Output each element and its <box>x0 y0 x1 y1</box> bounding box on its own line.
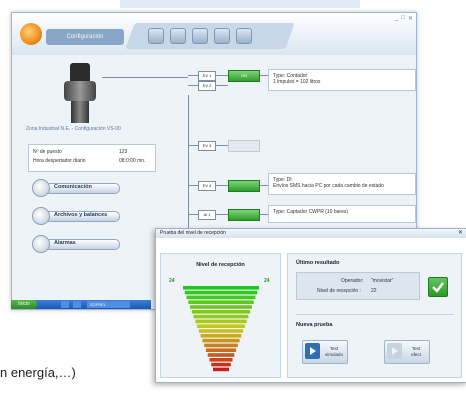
dialog-title: Prueba del nivel de recepción <box>156 229 466 238</box>
result-panel: Último resultado Operador: "movistar" Ni… <box>287 253 462 378</box>
nav-label: Archivos y balances <box>54 212 108 218</box>
nav-communication[interactable]: Comunicación <box>32 179 120 197</box>
start-button[interactable]: Inicio <box>11 300 37 309</box>
channel-tag[interactable]: EV 4 <box>198 181 216 191</box>
signal-bar <box>207 353 235 357</box>
taskbar-app-icon[interactable] <box>73 301 81 308</box>
level-mark-left: 24 <box>169 278 175 284</box>
info-label: Nº de puesto <box>33 149 62 155</box>
minimize-icon[interactable]: _ <box>395 15 398 22</box>
toolbar-device-icon[interactable] <box>148 28 164 44</box>
toolbar-settings-icon[interactable] <box>192 28 208 44</box>
reception-test-dialog: Prueba del nivel de recepción ✕ Nivel de… <box>155 228 466 383</box>
channel-description: Type: Contador 1 impulso = 102 litros <box>268 69 416 91</box>
signal-bar <box>195 319 247 324</box>
info-value: 08:0:00 mn. <box>119 158 146 164</box>
device-link-line <box>102 77 188 78</box>
operator-label: Operador: <box>341 278 364 284</box>
simulated-test-button[interactable]: Test simulado <box>302 340 348 364</box>
app-header: Configuración <box>12 13 416 55</box>
channel-description: Type: Captador CWPR (10 bares) <box>268 205 416 223</box>
background-text: n energía,…) <box>0 365 76 380</box>
signal-bar <box>184 290 258 295</box>
channel-button-disabled <box>228 140 260 152</box>
signal-bar <box>204 343 238 348</box>
nav-files-balances[interactable]: Archivos y balances <box>32 207 120 225</box>
signal-bar <box>191 310 251 314</box>
signal-bar <box>205 348 237 352</box>
signal-bar <box>209 358 233 362</box>
result-header: Último resultado <box>296 260 340 266</box>
close-icon[interactable]: ✕ <box>458 229 463 238</box>
channel-button[interactable]: ON <box>228 70 260 82</box>
level-mark-right: 24 <box>264 278 270 284</box>
backdrop-band <box>120 0 360 8</box>
signal-bar <box>188 300 254 304</box>
reception-level-label: Nivel de recepción : <box>317 288 361 294</box>
info-value: 123 <box>119 149 128 155</box>
signal-bar <box>190 305 252 309</box>
channel-button[interactable] <box>228 180 260 192</box>
level-header: Nivel de recepción <box>196 262 245 268</box>
new-test-header: Nueva prueba <box>296 322 333 328</box>
signal-bar <box>186 295 256 300</box>
play-icon <box>305 343 320 359</box>
taskbar-item[interactable]: SOFREL <box>87 301 130 308</box>
checkmark-icon <box>428 277 448 297</box>
signal-bar <box>193 314 249 319</box>
channel-tag[interactable]: EV 2 <box>198 81 216 91</box>
app-tab[interactable]: Configuración <box>46 29 124 45</box>
level-panel: Nivel de recepción 24 24 <box>160 253 281 378</box>
maximize-icon[interactable]: □ <box>401 15 405 22</box>
reception-level-value: 22 <box>371 288 377 294</box>
device-caption: Zona Industrial N.E. - Configuración VS-… <box>26 126 121 132</box>
divider <box>296 314 454 315</box>
nav-alarms[interactable]: Alarmas <box>32 235 120 253</box>
signal-level-meter <box>183 286 259 372</box>
result-box: Operador: "movistar" Nivel de recepción … <box>296 272 420 300</box>
taskbar: Inicio SOFREL <box>11 300 151 309</box>
channel-desc-line: Type: Captador CWPR (10 bares) <box>273 209 349 215</box>
station-info: Nº de puesto 123 Hora despertador diario… <box>28 144 156 172</box>
channel-description: Type: DI Envíos SMS hacia PC por cada ca… <box>268 173 416 195</box>
toolbar-tools-icon[interactable] <box>214 28 230 44</box>
alarm-icon <box>32 235 50 253</box>
channel-desc-line: Envíos SMS hacia PC por cada cambio de e… <box>273 183 384 189</box>
info-label: Hora despertador diario <box>33 158 86 164</box>
signal-bar <box>183 286 259 290</box>
channel-button[interactable] <box>228 209 260 221</box>
toolbar-edit-icon[interactable] <box>170 28 186 44</box>
window-controls: _ □ ✕ <box>395 15 413 22</box>
button-label: Test efect <box>411 346 421 357</box>
close-icon[interactable]: ✕ <box>408 15 413 22</box>
operator-value: "movistar" <box>371 278 394 284</box>
signal-bar <box>202 338 240 343</box>
nav-label: Alarmas <box>54 240 76 246</box>
button-label: Test simulado <box>324 346 343 357</box>
channel-tag[interactable]: EV 3 <box>198 141 216 151</box>
real-test-button[interactable]: Test efect <box>384 340 430 364</box>
signal-bar <box>200 334 242 338</box>
device-image <box>62 63 98 123</box>
signal-bar <box>211 362 231 367</box>
channel-tag[interactable]: EV 1 <box>198 71 216 81</box>
signal-bar <box>198 329 244 333</box>
play-icon <box>387 343 402 359</box>
communication-icon <box>32 179 50 197</box>
app-logo-icon <box>20 23 42 45</box>
signal-bar <box>197 324 245 328</box>
files-icon <box>32 207 50 225</box>
signal-bar <box>213 367 229 372</box>
channel-desc-line: 1 impulso = 102 litros <box>273 79 321 85</box>
channel-tag[interactable]: AI 1 <box>198 210 216 220</box>
taskbar-app-icon[interactable] <box>61 301 69 308</box>
toolbar-help-icon[interactable] <box>236 28 252 44</box>
nav-label: Comunicación <box>54 184 92 190</box>
